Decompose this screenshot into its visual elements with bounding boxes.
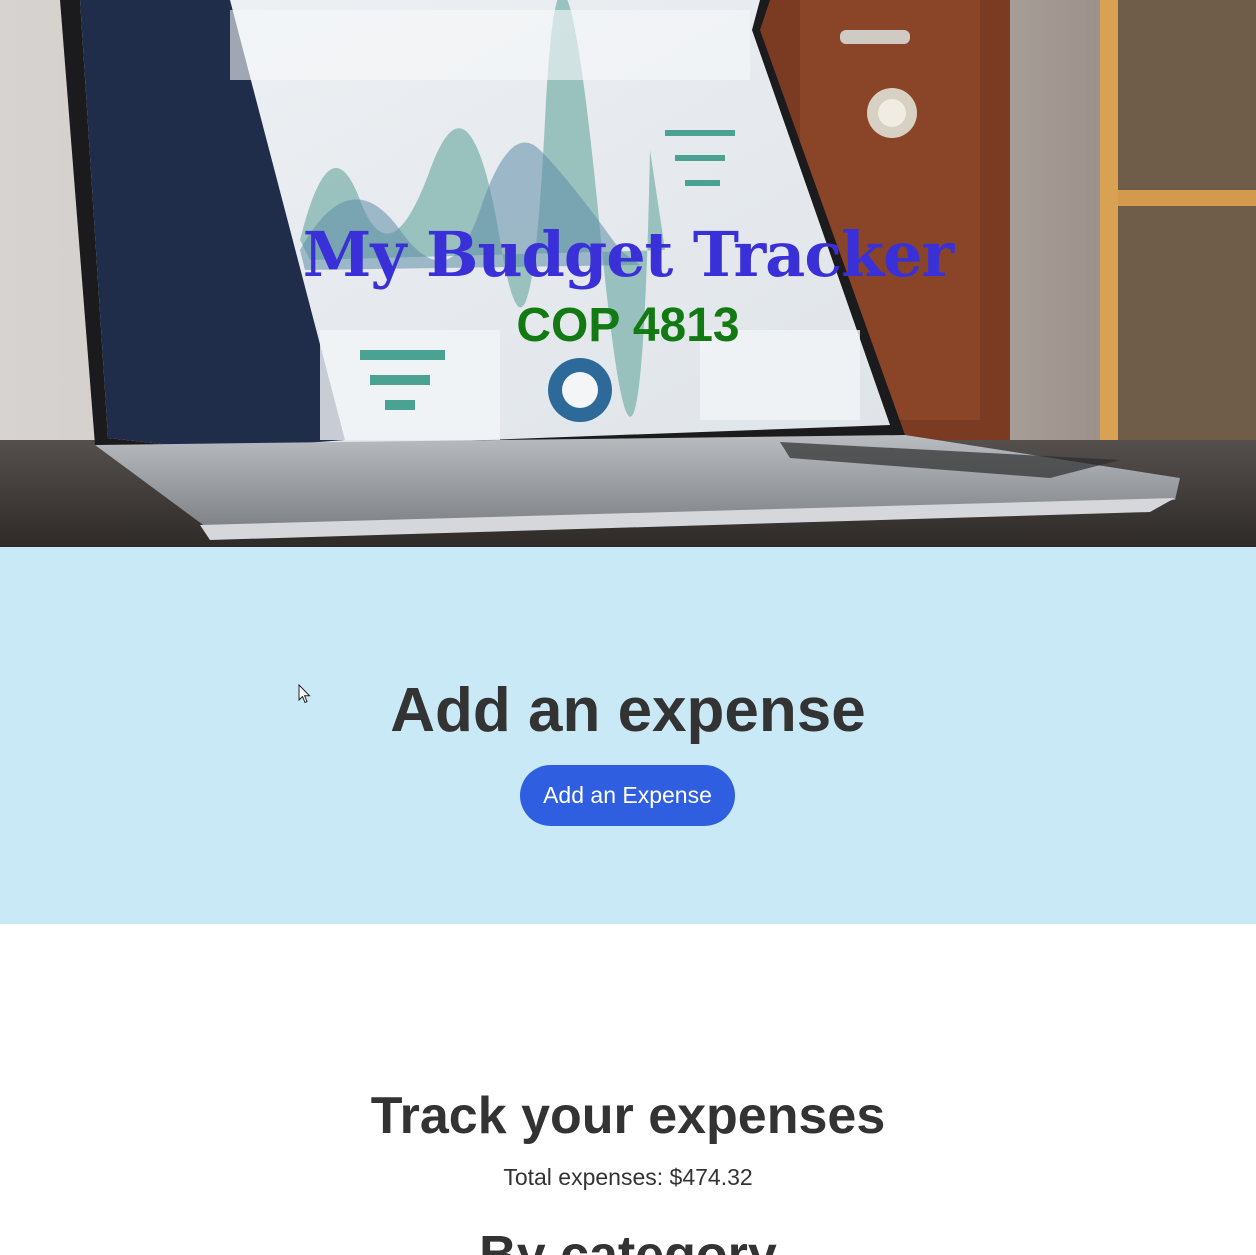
- hero-banner: My Budget Tracker COP 4813: [0, 0, 1256, 547]
- mouse-pointer-icon: [298, 684, 311, 704]
- add-expense-section: Add an expense Add an Expense: [0, 547, 1256, 924]
- add-expense-button[interactable]: Add an Expense: [520, 765, 735, 826]
- site-title: My Budget Tracker: [302, 218, 954, 291]
- add-expense-heading: Add an expense: [390, 676, 866, 745]
- by-category-heading: By category: [479, 1226, 777, 1255]
- course-code: COP 4813: [516, 299, 740, 352]
- track-expenses-section: Track your expenses Total expenses: $474…: [0, 924, 1256, 1255]
- total-expenses-text: Total expenses: $474.32: [503, 1164, 753, 1190]
- track-expenses-heading: Track your expenses: [370, 1087, 886, 1145]
